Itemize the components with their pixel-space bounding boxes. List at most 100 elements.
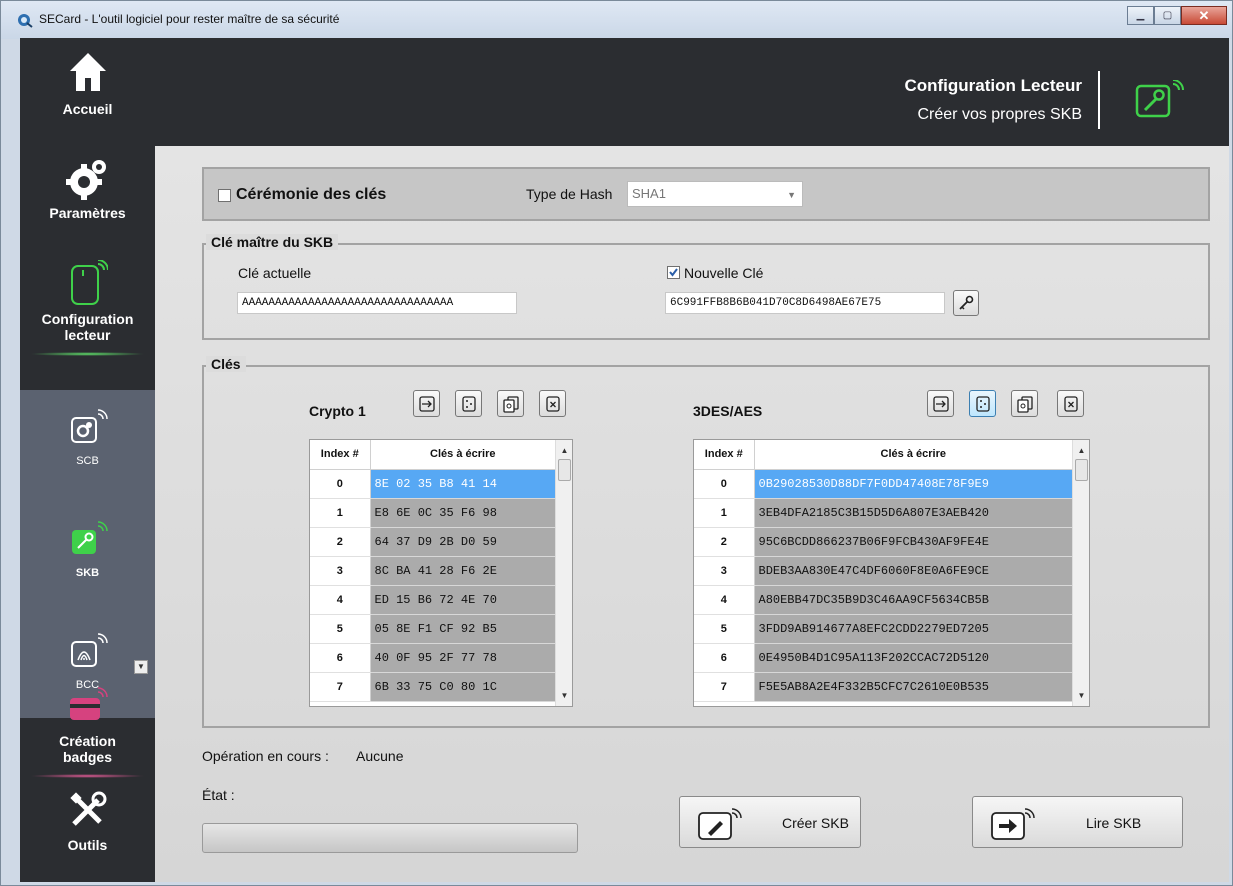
- row-key[interactable]: F5E5AB8A2E4F332B5CFC7C2610E0B535: [754, 672, 1073, 702]
- sidebar-item-accueil[interactable]: Accueil: [20, 50, 155, 117]
- row-key[interactable]: 3EB4DFA2185C3B15D5D6A807E3AEB420: [754, 498, 1073, 528]
- ceremony-label: Cérémonie des clés: [236, 186, 387, 203]
- row-key[interactable]: E8 6E 0C 35 F6 98: [370, 498, 556, 528]
- scroll-thumb[interactable]: [1075, 459, 1088, 481]
- des-copy-button[interactable]: [1011, 390, 1038, 417]
- copy-icon: [502, 395, 519, 413]
- row-index: 1: [310, 498, 371, 528]
- row-key[interactable]: ED 15 B6 72 4E 70: [370, 585, 556, 615]
- scroll-down-icon[interactable]: ▼: [1073, 687, 1090, 704]
- row-index: 0: [694, 469, 755, 499]
- column-header-keys: Clés à écrire: [370, 440, 556, 470]
- crypto1-import-button[interactable]: [413, 390, 440, 417]
- des-clear-button[interactable]: [1057, 390, 1084, 417]
- row-index: 0: [310, 469, 371, 499]
- row-key[interactable]: 95C6BCDD866237B06F9FCB430AF9FE4E: [754, 527, 1073, 557]
- scroll-up-icon[interactable]: ▲: [1073, 442, 1090, 459]
- row-index: 3: [310, 556, 371, 586]
- row-index: 4: [310, 585, 371, 615]
- des-keys-table[interactable]: Index # Clés à écrire 0 0B29028530D88DF7F0…: [693, 439, 1090, 707]
- subnav-scroll-down-button[interactable]: ▼: [134, 660, 148, 674]
- table-row[interactable]: 6 40 0F 95 2F 77 78: [310, 643, 556, 673]
- row-key[interactable]: 8C BA 41 28 F6 2E: [370, 556, 556, 586]
- sidebar-item-outils[interactable]: Outils: [20, 790, 155, 853]
- subnav-label: SKB: [75, 567, 100, 579]
- crypto1-copy-button[interactable]: [497, 390, 524, 417]
- table-row[interactable]: 5 05 8E F1 CF 92 B5: [310, 614, 556, 644]
- des-random-button[interactable]: [969, 390, 996, 417]
- crypto1-clear-button[interactable]: [539, 390, 566, 417]
- new-key-field[interactable]: 6C991FFB8B6B041D70C8D6498AE67E75: [665, 292, 945, 314]
- subnav-item-scb[interactable]: SCB: [20, 408, 155, 467]
- crypto1-random-button[interactable]: [455, 390, 482, 417]
- crypto1-scrollbar[interactable]: ▲ ▼: [555, 440, 572, 706]
- table-row[interactable]: 7 6B 33 75 C0 80 1C: [310, 672, 556, 702]
- row-key[interactable]: 05 8E F1 CF 92 B5: [370, 614, 556, 644]
- generate-key-button[interactable]: [953, 290, 979, 316]
- subnav-item-skb[interactable]: SKB: [20, 520, 155, 579]
- table-row[interactable]: 2 64 37 D9 2B D0 59: [310, 527, 556, 557]
- table-row[interactable]: 5 3FDD9AB914677A8EFC2CDD2279ED7205: [694, 614, 1073, 644]
- sidebar-item-parametres[interactable]: Paramètres: [20, 156, 155, 221]
- row-key[interactable]: 8E 02 35 B8 41 14: [370, 469, 556, 499]
- scroll-up-icon[interactable]: ▲: [556, 442, 573, 459]
- table-row[interactable]: 1 E8 6E 0C 35 F6 98: [310, 498, 556, 528]
- dice-icon: [461, 395, 476, 412]
- des-scrollbar[interactable]: ▲ ▼: [1072, 440, 1089, 706]
- scb-icon: [70, 409, 108, 443]
- create-skb-button[interactable]: Créer SKB: [679, 796, 861, 848]
- page-header: Configuration Lecteur Créer vos propres …: [155, 38, 1229, 146]
- import-icon: [932, 395, 949, 412]
- current-key-field[interactable]: AAAAAAAAAAAAAAAAAAAAAAAAAAAAAAAA: [237, 292, 517, 314]
- close-button[interactable]: ✕: [1181, 6, 1227, 25]
- table-row[interactable]: 4 ED 15 B6 72 4E 70: [310, 585, 556, 615]
- ceremony-checkbox[interactable]: [218, 189, 231, 202]
- scroll-down-icon[interactable]: ▼: [556, 687, 573, 704]
- read-skb-label: Lire SKB: [1086, 815, 1142, 831]
- row-key[interactable]: 0B29028530D88DF7F0DD47408E78F9E9: [754, 469, 1073, 499]
- sidebar-item-label: Outils: [67, 837, 108, 853]
- window-title: SECard - L'outil logiciel pour rester ma…: [39, 12, 340, 26]
- sidebar-item-label: Paramètres: [49, 205, 126, 221]
- table-row[interactable]: 1 3EB4DFA2185C3B15D5D6A807E3AEB420: [694, 498, 1073, 528]
- row-key[interactable]: 40 0F 95 2F 77 78: [370, 643, 556, 673]
- read-skb-button[interactable]: Lire SKB: [972, 796, 1183, 848]
- column-header-keys: Clés à écrire: [754, 440, 1073, 470]
- write-card-icon: [698, 808, 742, 840]
- row-key[interactable]: 6B 33 75 C0 80 1C: [370, 672, 556, 702]
- des-import-button[interactable]: [927, 390, 954, 417]
- table-row[interactable]: 2 95C6BCDD866237B06F9FCB430AF9FE4E: [694, 527, 1073, 557]
- home-icon: [69, 53, 106, 91]
- maximize-button[interactable]: ▢: [1154, 6, 1181, 25]
- table-row[interactable]: 6 0E4950B4D1C95A113F202CCAC72D5120: [694, 643, 1073, 673]
- new-key-checkbox[interactable]: [667, 266, 680, 279]
- sidebar-item-creation-badges[interactable]: Création badges: [20, 686, 155, 778]
- table-row[interactable]: 7 F5E5AB8A2E4F332B5CFC7C2610E0B535: [694, 672, 1073, 702]
- page-subtitle: Créer vos propres SKB: [917, 106, 1082, 123]
- row-key[interactable]: A80EBB47DC35B9D3C46AA9CF5634CB5B: [754, 585, 1073, 615]
- row-key[interactable]: 0E4950B4D1C95A113F202CCAC72D5120: [754, 643, 1073, 673]
- table-row[interactable]: 0 8E 02 35 B8 41 14: [310, 469, 556, 499]
- read-card-icon: [991, 808, 1035, 840]
- table-row[interactable]: 3 8C BA 41 28 F6 2E: [310, 556, 556, 586]
- row-key[interactable]: 3FDD9AB914677A8EFC2CDD2279ED7205: [754, 614, 1073, 644]
- minimize-icon: ▁: [1136, 10, 1145, 21]
- row-index: 7: [310, 672, 371, 702]
- table-row[interactable]: 4 A80EBB47DC35B9D3C46AA9CF5634CB5B: [694, 585, 1073, 615]
- reader-icon: [70, 259, 109, 305]
- tools-icon: [69, 791, 106, 826]
- row-key[interactable]: BDEB3AA830E47C4DF6060F8E0A6FE9CE: [754, 556, 1073, 586]
- sidebar-item-configuration-lecteur[interactable]: Configuration lecteur: [20, 259, 155, 356]
- fingerprint-icon: [70, 633, 108, 667]
- row-key[interactable]: 64 37 D9 2B D0 59: [370, 527, 556, 557]
- skb-header-icon: [1135, 80, 1184, 118]
- table-row[interactable]: 0 0B29028530D88DF7F0DD47408E78F9E9: [694, 469, 1073, 499]
- table-row[interactable]: 3 BDEB3AA830E47C4DF6060F8E0A6FE9CE: [694, 556, 1073, 586]
- des-title: 3DES/AES: [693, 403, 763, 419]
- scroll-thumb[interactable]: [558, 459, 571, 481]
- crypto1-keys-table[interactable]: Index # Clés à écrire 0 8E 02 35 B8 41 14 …: [309, 439, 573, 707]
- hash-type-select[interactable]: SHA1 ▼: [627, 181, 803, 207]
- sidebar-item-label-line1: Création: [59, 733, 116, 749]
- minimize-button[interactable]: ▁: [1127, 6, 1154, 25]
- active-indicator: [30, 352, 145, 356]
